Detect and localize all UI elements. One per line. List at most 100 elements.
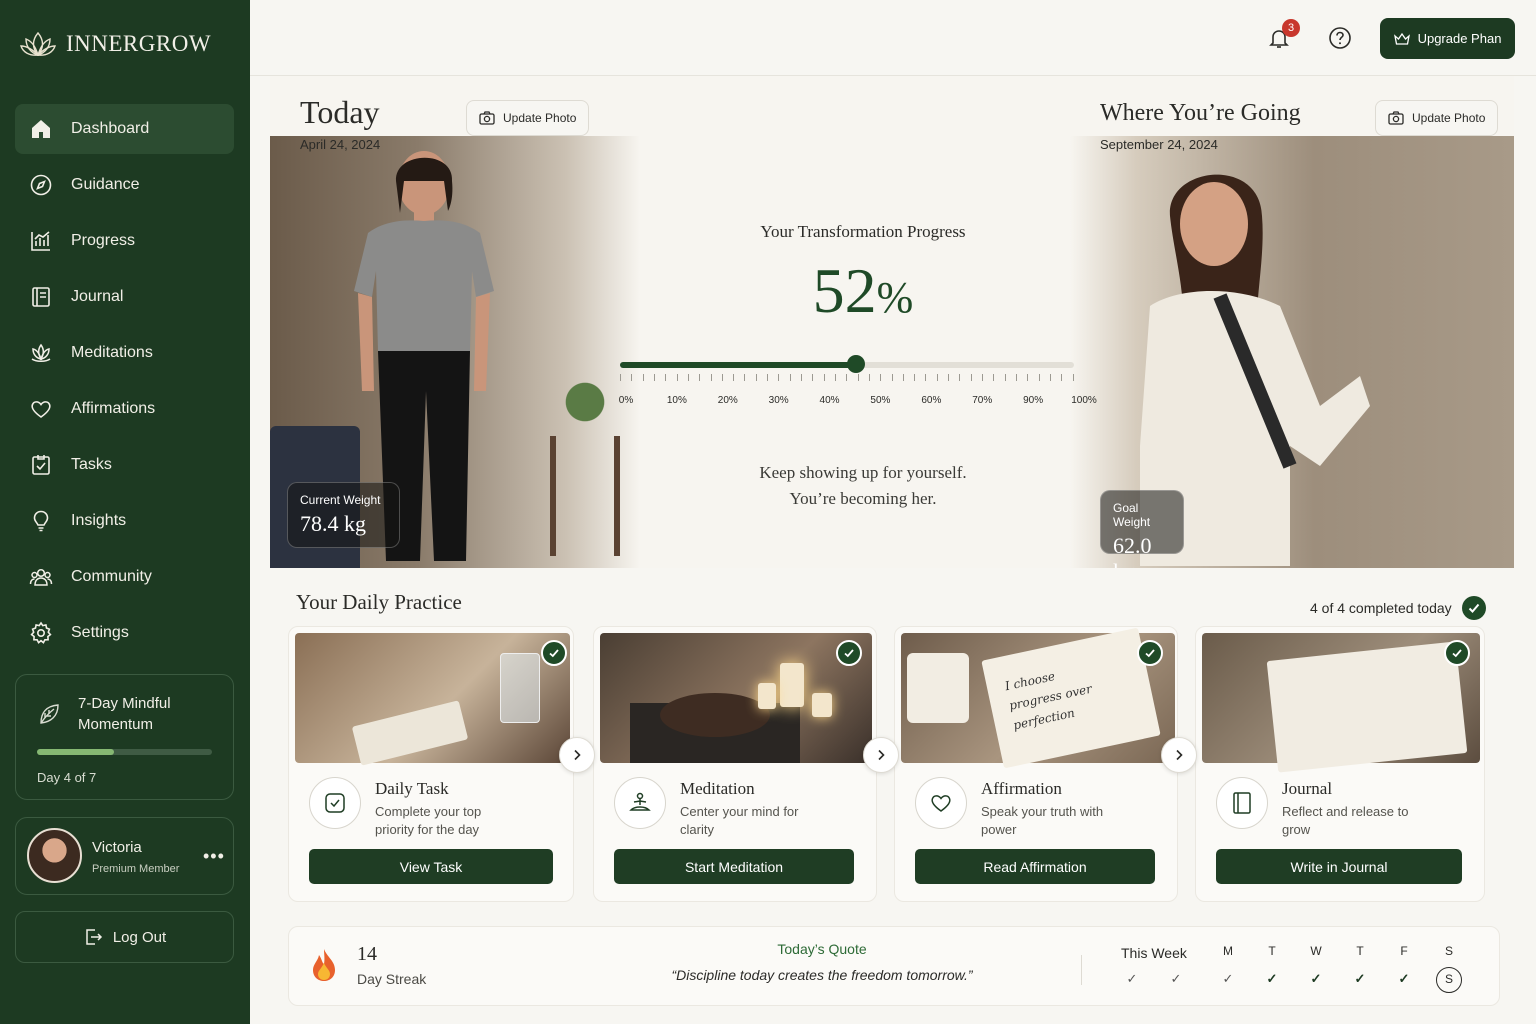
camera-icon xyxy=(479,111,495,125)
read-affirmation-button[interactable]: Read Affirmation xyxy=(915,849,1155,884)
progress-title: Your Transformation Progress xyxy=(760,222,966,241)
motivation-line-1: Keep showing up for yourself. xyxy=(759,463,967,482)
card-description: Speak your truth with power xyxy=(981,804,1104,837)
progress-tick-mark xyxy=(857,374,859,381)
sidebar-item-tasks[interactable]: Tasks xyxy=(15,440,234,490)
streak-quote-bar: 14 Day Streak Today’s Quote “Discipline … xyxy=(288,926,1500,1006)
progress-tick-mark xyxy=(868,374,870,381)
next-card-button[interactable] xyxy=(1161,737,1197,773)
progress-tick-mark xyxy=(699,374,701,381)
week-day: F xyxy=(1400,944,1408,958)
progress-tick-mark xyxy=(1072,374,1074,381)
progress-slider-handle[interactable] xyxy=(847,355,866,373)
progress-value: 52 xyxy=(812,255,877,326)
journal-icon xyxy=(32,287,50,307)
progress-tick-mark xyxy=(982,374,983,381)
user-name: Victoria xyxy=(92,839,142,856)
progress-tick-mark xyxy=(1015,374,1017,381)
sidebar-item-dashboard[interactable]: Dashboard xyxy=(15,104,234,154)
progress-tick-mark xyxy=(1061,374,1063,381)
sidebar-item-label: Affirmations xyxy=(71,400,156,417)
completed-label: 4 of 4 completed today xyxy=(1310,600,1452,616)
quote-text: “Discipline today creates the freedom to… xyxy=(671,967,973,983)
practice-card-affirmation[interactable]: I choose progress over perfection Affirm… xyxy=(894,626,1178,902)
affirmation-image: I choose progress over perfection xyxy=(901,627,1175,769)
update-photo-button-current[interactable]: Update Photo xyxy=(466,100,590,136)
progress-tick-mark xyxy=(834,374,836,381)
progress-tick-label: 50% xyxy=(870,395,891,406)
sidebar-item-insights[interactable]: Insights xyxy=(15,496,234,546)
sidebar-item-community[interactable]: Community xyxy=(15,552,234,602)
progress-tick-mark xyxy=(1049,374,1051,381)
card-check-icon xyxy=(1137,640,1163,666)
progress-tick-label: 90% xyxy=(1023,395,1044,406)
practice-card-meditation[interactable]: Meditation Center your mind for clarity … xyxy=(593,626,877,902)
next-card-button[interactable] xyxy=(863,737,899,773)
meditation-image xyxy=(600,633,872,763)
week-day: M xyxy=(1223,944,1233,958)
user-card[interactable]: Victoria Premium Member ••• xyxy=(15,817,234,895)
sidebar-item-label: Meditations xyxy=(71,344,153,361)
practice-card-daily-task[interactable]: Daily Task Complete your top priority fo… xyxy=(288,626,574,902)
quote-heading: Today’s Quote xyxy=(777,941,867,957)
start-meditation-button[interactable]: Start Meditation xyxy=(614,849,854,884)
crown-icon xyxy=(1393,32,1410,45)
progress-fill xyxy=(620,362,857,368)
practice-card-journal[interactable]: Journal Reflect and release to grow Writ… xyxy=(1195,626,1485,902)
transformation-hero: Today April 24, 2024 Update Photo Curren… xyxy=(270,76,1514,568)
sidebar-item-affirmations[interactable]: Affirmations xyxy=(15,384,234,434)
progress-tick-label: 0% xyxy=(618,395,634,406)
upgrade-plan-button[interactable]: Upgrade Phan xyxy=(1380,18,1515,59)
progress-percentage: 52% xyxy=(670,254,1056,328)
progress-tick-label: 40% xyxy=(819,395,840,406)
week-day: W xyxy=(1310,944,1322,958)
week-check-icon: ✓ xyxy=(1398,971,1410,986)
progress-tick-label: 10% xyxy=(666,395,687,406)
card-check-icon xyxy=(836,640,862,666)
write-in-journal-button[interactable]: Write in Journal xyxy=(1216,849,1462,884)
chevron-right-icon xyxy=(574,749,581,761)
progress-tick-mark xyxy=(823,374,825,381)
week-check-icon: ✓ xyxy=(1126,971,1138,986)
progress-tick-label: 100% xyxy=(1071,395,1097,406)
progress-tick-mark xyxy=(1027,374,1029,381)
completed-status: 4 of 4 completed today xyxy=(1310,596,1486,620)
sidebar-item-settings[interactable]: Settings xyxy=(15,608,234,658)
week-check-icon: ✓ xyxy=(1170,971,1182,986)
affirmation-note: I choose progress over perfection xyxy=(1003,659,1098,735)
goal-weight-value: 62.0 kg xyxy=(1113,533,1152,568)
progress-tick-mark xyxy=(653,374,655,381)
sidebar-item-journal[interactable]: Journal xyxy=(15,272,234,322)
view-task-button[interactable]: View Task xyxy=(309,849,553,884)
progress-tick-mark xyxy=(778,374,780,381)
brand[interactable]: INNERGROW xyxy=(20,30,211,58)
daily-practice-title: Your Daily Practice xyxy=(296,590,462,614)
sidebar-item-meditations[interactable]: Meditations xyxy=(15,328,234,378)
goal-weight-box: Goal Weight 62.0 kg xyxy=(1100,490,1184,568)
progress-tick-mark xyxy=(676,374,678,381)
goal-date: September 24, 2024 xyxy=(1100,137,1218,152)
progress-tick-mark xyxy=(789,374,791,381)
progress-tick-mark xyxy=(710,374,712,381)
week-day: T xyxy=(1268,944,1276,958)
momentum-card[interactable]: 7-Day Mindful Momentum Day 4 of 7 xyxy=(15,674,234,800)
sidebar-item-guidance[interactable]: Guidance xyxy=(15,160,234,210)
progress-tick-label: 30% xyxy=(768,395,789,406)
goal-title: Where You’re Going xyxy=(1100,100,1301,126)
next-card-button[interactable] xyxy=(559,737,595,773)
logout-button[interactable]: Log Out xyxy=(15,911,234,963)
candle-decor xyxy=(780,663,804,707)
chevron-right-icon xyxy=(1176,749,1183,761)
more-options-icon[interactable]: ••• xyxy=(203,846,225,867)
today-day-marker[interactable]: S xyxy=(1436,967,1462,993)
sidebar-item-progress[interactable]: Progress xyxy=(15,216,234,266)
momentum-title: 7-Day Mindful Momentum xyxy=(78,695,171,733)
side-table-decor xyxy=(550,436,620,556)
help-icon[interactable] xyxy=(1328,26,1352,50)
progress-tick-mark xyxy=(733,374,735,381)
card-check-icon xyxy=(541,640,567,666)
update-photo-button-goal[interactable]: Update Photo xyxy=(1375,100,1499,136)
notepad-decor: I choose progress over perfection xyxy=(981,627,1161,769)
progress-tick-mark xyxy=(1004,374,1006,381)
momentum-progress-bar xyxy=(37,749,212,755)
